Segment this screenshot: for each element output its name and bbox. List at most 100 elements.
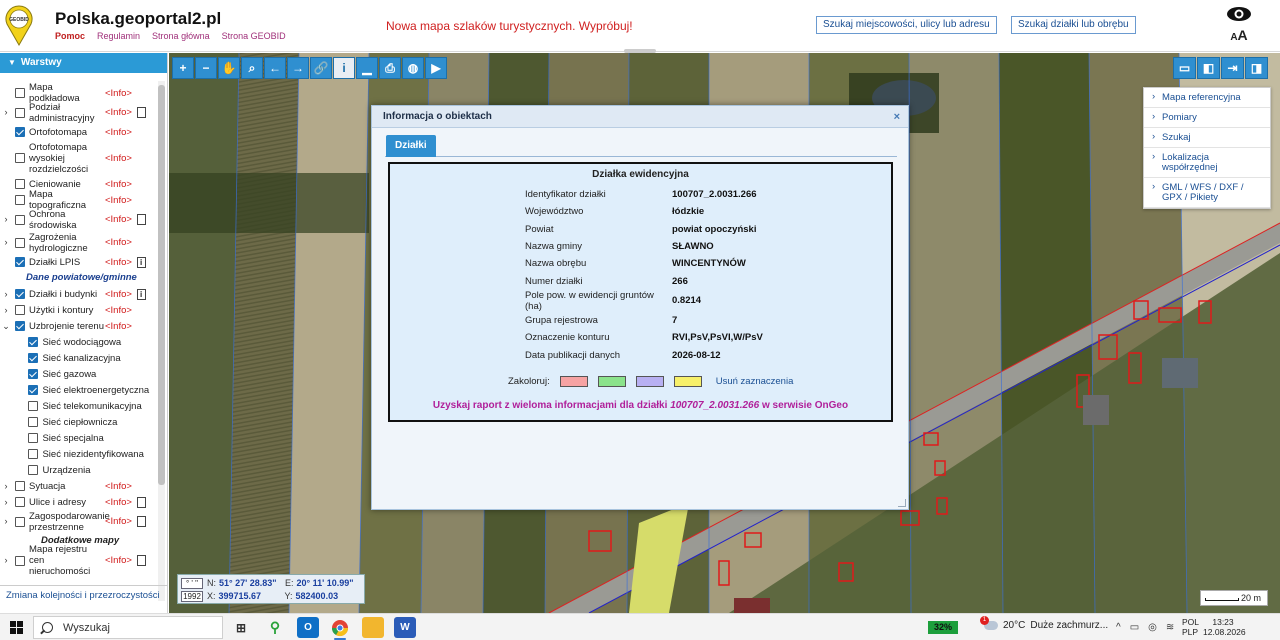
layer-ulice-i-adresy[interactable]: › Ulice i adresy <Info> <box>0 494 160 510</box>
chevron-up-icon[interactable]: ^ <box>1116 622 1121 633</box>
zoom-box-icon[interactable]: ⌕ <box>241 57 263 79</box>
chrome-icon[interactable] <box>329 617 351 638</box>
dialog-titlebar[interactable]: Informacja o obiektach × <box>372 106 908 128</box>
layer-checkbox[interactable] <box>28 417 39 427</box>
info-icon[interactable]: i <box>333 57 355 79</box>
menu-item-szukaj[interactable]: Szukaj <box>1144 128 1270 148</box>
gps-app-icon[interactable]: ⚲ <box>264 617 286 638</box>
layer-siec-niezidentyfikowana[interactable]: Sieć niezidentyfikowana <box>0 446 160 462</box>
layer-siec-wodociagowa[interactable]: Sieć wodociągowa <box>0 334 160 350</box>
layer-siec-kanalizacyjna[interactable]: Sieć kanalizacyjna <box>0 350 160 366</box>
word-icon[interactable]: W <box>394 617 416 638</box>
layer-legend-icon[interactable] <box>137 256 146 268</box>
layout-top-icon[interactable]: ▭ <box>1173 57 1196 79</box>
layer-info-link[interactable]: <Info> <box>105 289 135 300</box>
layer-checkbox[interactable] <box>28 433 39 443</box>
print-icon[interactable]: ⎙ <box>379 57 401 79</box>
layer-checkbox[interactable] <box>15 497 25 507</box>
layer-info-link[interactable]: <Info> <box>105 516 135 527</box>
home-link[interactable]: Strona główna <box>152 31 210 41</box>
chevron-right-icon[interactable]: › <box>0 107 12 118</box>
sidebar-scrollbar[interactable] <box>158 81 165 601</box>
color-swatch-violet[interactable] <box>635 376 664 387</box>
layer-checkbox[interactable] <box>28 449 39 459</box>
layer-info-link[interactable]: <Info> <box>105 497 135 508</box>
chevron-right-icon[interactable]: › <box>0 214 12 225</box>
layer-info-link[interactable]: <Info> <box>105 555 135 566</box>
layer-checkbox[interactable] <box>15 305 25 315</box>
weather-widget[interactable]: 1 20°C Duże zachmurz... <box>980 616 1108 631</box>
layer-siec-elektroenergetyczna[interactable]: Sieć elektroenergetyczna <box>0 382 160 398</box>
layer-zagospodarowanie-przestrzenne[interactable]: › Zagospodarowanie przestrzenne <Info> <box>0 510 160 533</box>
layer-siec-specjalna[interactable]: Sieć specjalna <box>0 430 160 446</box>
layer-document-icon[interactable] <box>137 516 146 527</box>
network-icon[interactable]: ◎ <box>1148 622 1157 633</box>
layer-document-icon[interactable] <box>137 496 146 508</box>
layer-zagrozenia-hydrologiczne[interactable]: › Zagrożenia hydrologiczne <Info> <box>0 231 160 254</box>
layout-right-icon[interactable]: ◨ <box>1245 57 1268 79</box>
layer-checkbox[interactable] <box>15 107 25 118</box>
layer-checkbox[interactable] <box>15 555 25 566</box>
layer-document-icon[interactable] <box>137 107 146 118</box>
battery-indicator[interactable]: 32% <box>928 621 958 634</box>
layer-checkbox[interactable] <box>15 179 25 189</box>
layer-checkbox[interactable] <box>28 369 39 379</box>
layer-checkbox[interactable] <box>15 127 25 137</box>
chevron-down-icon[interactable]: ⌄ <box>0 321 12 332</box>
layer-ortofotomapa[interactable]: Ortofotomapa <Info> <box>0 124 160 140</box>
menu-item-pomiary[interactable]: Pomiary <box>1144 108 1270 128</box>
layer-checkbox[interactable] <box>15 481 25 491</box>
link-icon[interactable]: 🔗 <box>310 57 332 79</box>
export-icon[interactable]: ⇥ <box>1221 57 1244 79</box>
display-icon[interactable]: ▭ <box>1130 622 1139 633</box>
layer-mapa-podkladowa[interactable]: Mapa podkładowa <Info> <box>0 82 160 104</box>
layer-checkbox[interactable] <box>28 337 39 347</box>
geobid-logo[interactable]: GEOBID <box>4 4 34 47</box>
zoom-in-icon[interactable]: + <box>172 57 194 79</box>
layer-mapa-topograficzna[interactable]: Mapa topograficzna <Info> <box>0 189 160 211</box>
promo-banner[interactable]: Nowa mapa szlaków turystycznych. Wypróbu… <box>386 19 633 33</box>
layer-dzialki-lpis[interactable]: Działki LPIS <Info> <box>0 254 160 270</box>
tab-parcels[interactable]: Działki <box>386 135 436 157</box>
chevron-right-icon[interactable]: › <box>0 555 12 566</box>
layer-info-link[interactable]: <Info> <box>105 179 135 190</box>
layer-siec-telekomunikacyjna[interactable]: Sieć telekomunikacyjna <box>0 398 160 414</box>
zoom-out-icon[interactable]: − <box>195 57 217 79</box>
layer-checkbox[interactable] <box>28 401 39 411</box>
layer-info-link[interactable]: <Info> <box>105 305 135 316</box>
layer-info-link[interactable]: <Info> <box>105 214 135 225</box>
layer-checkbox[interactable] <box>15 516 25 527</box>
file-explorer-icon[interactable] <box>362 617 384 638</box>
windows-start-icon[interactable] <box>10 621 23 634</box>
search-address-button[interactable]: Szukaj miejscowości, ulicy lub adresu <box>816 16 997 34</box>
globe-icon[interactable]: ◍ <box>402 57 424 79</box>
layer-siec-cieplownicza[interactable]: Sieć ciepłownicza <box>0 414 160 430</box>
task-view-icon[interactable]: ⊞ <box>230 617 252 638</box>
chevron-right-icon[interactable]: › <box>0 516 12 527</box>
layer-info-link[interactable]: <Info> <box>105 481 135 492</box>
layer-info-link[interactable]: <Info> <box>105 321 135 332</box>
layer-siec-gazowa[interactable]: Sieć gazowa <box>0 366 160 382</box>
layer-checkbox[interactable] <box>15 289 25 299</box>
color-swatch-yellow[interactable] <box>673 376 702 387</box>
layer-checkbox[interactable] <box>28 465 39 475</box>
layer-info-link[interactable]: <Info> <box>105 153 135 164</box>
pan-hand-icon[interactable]: ✋ <box>218 57 240 79</box>
measure-icon[interactable]: ▁ <box>356 57 378 79</box>
layer-checkbox[interactable] <box>15 237 25 248</box>
layer-document-icon[interactable] <box>137 555 146 566</box>
chevron-right-icon[interactable]: › <box>0 481 12 492</box>
layer-info-link[interactable]: <Info> <box>105 195 135 206</box>
layer-info-link[interactable]: <Info> <box>105 88 135 99</box>
layer-uzytki-i-kontury[interactable]: › Użytki i kontury <Info> <box>0 302 160 318</box>
clear-selection-link[interactable]: Usuń zaznaczenia <box>716 376 794 387</box>
layer-checkbox[interactable] <box>15 257 25 267</box>
layer-info-link[interactable]: <Info> <box>105 257 135 268</box>
layer-checkbox[interactable] <box>28 353 39 363</box>
layer-info-link[interactable]: <Info> <box>105 237 135 248</box>
layer-ochrona-srodowiska[interactable]: › Ochrona środowiska <Info> <box>0 208 160 231</box>
layer-uzbrojenie-terenu[interactable]: ⌄ Uzbrojenie terenu <Info> <box>0 318 160 334</box>
dms-toggle[interactable]: ° ' " <box>181 578 203 589</box>
layer-info-link[interactable]: <Info> <box>105 107 135 118</box>
close-icon[interactable]: × <box>894 106 900 128</box>
